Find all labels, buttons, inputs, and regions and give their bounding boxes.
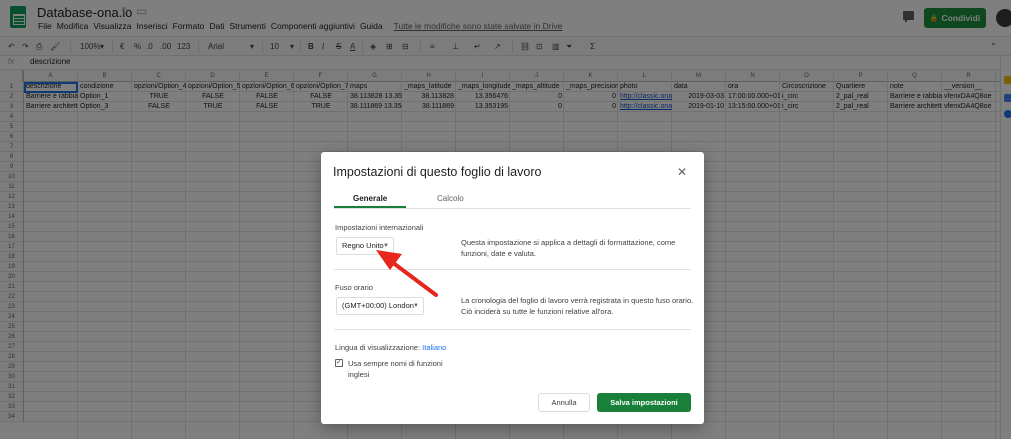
timezone-description: La cronologia del foglio di lavoro verrà… <box>461 296 694 316</box>
section-divider <box>334 329 691 330</box>
spreadsheet-settings-dialog: Impostazioni di questo foglio di lavoro … <box>321 152 704 424</box>
caret-down-icon: ▼ <box>413 303 419 309</box>
tab-calcolo[interactable]: Calcolo <box>437 194 464 203</box>
tab-divider <box>334 208 691 209</box>
display-language-label: Lingua di visualizzazione: <box>335 343 421 352</box>
locale-label: Impostazioni internazionali <box>335 223 424 232</box>
close-icon[interactable]: ✕ <box>677 165 687 179</box>
locale-select[interactable]: Regno Unito ▼ <box>336 237 394 255</box>
save-settings-button[interactable]: Salva impostazioni <box>597 393 691 412</box>
timezone-value: (GMT+00:00) London <box>342 301 414 310</box>
display-language: Lingua di visualizzazione: Italiano <box>335 343 446 352</box>
caret-down-icon: ▼ <box>383 243 389 249</box>
timezone-select[interactable]: (GMT+00:00) London ▼ <box>336 297 424 315</box>
dialog-title: Impostazioni di questo foglio di lavoro <box>333 165 542 179</box>
locale-value: Regno Unito <box>342 241 384 250</box>
display-language-link[interactable]: Italiano <box>422 343 446 352</box>
cancel-button[interactable]: Annulla <box>538 393 590 412</box>
english-functions-label[interactable]: Usa sempre nomi di funzioni inglesi <box>348 358 458 380</box>
section-divider <box>334 269 691 270</box>
locale-description: Questa impostazione si applica a dettagl… <box>461 238 676 258</box>
tab-generale[interactable]: Generale <box>353 194 387 203</box>
timezone-label: Fuso orario <box>335 283 373 292</box>
english-functions-checkbox[interactable]: ✓ <box>335 359 343 367</box>
